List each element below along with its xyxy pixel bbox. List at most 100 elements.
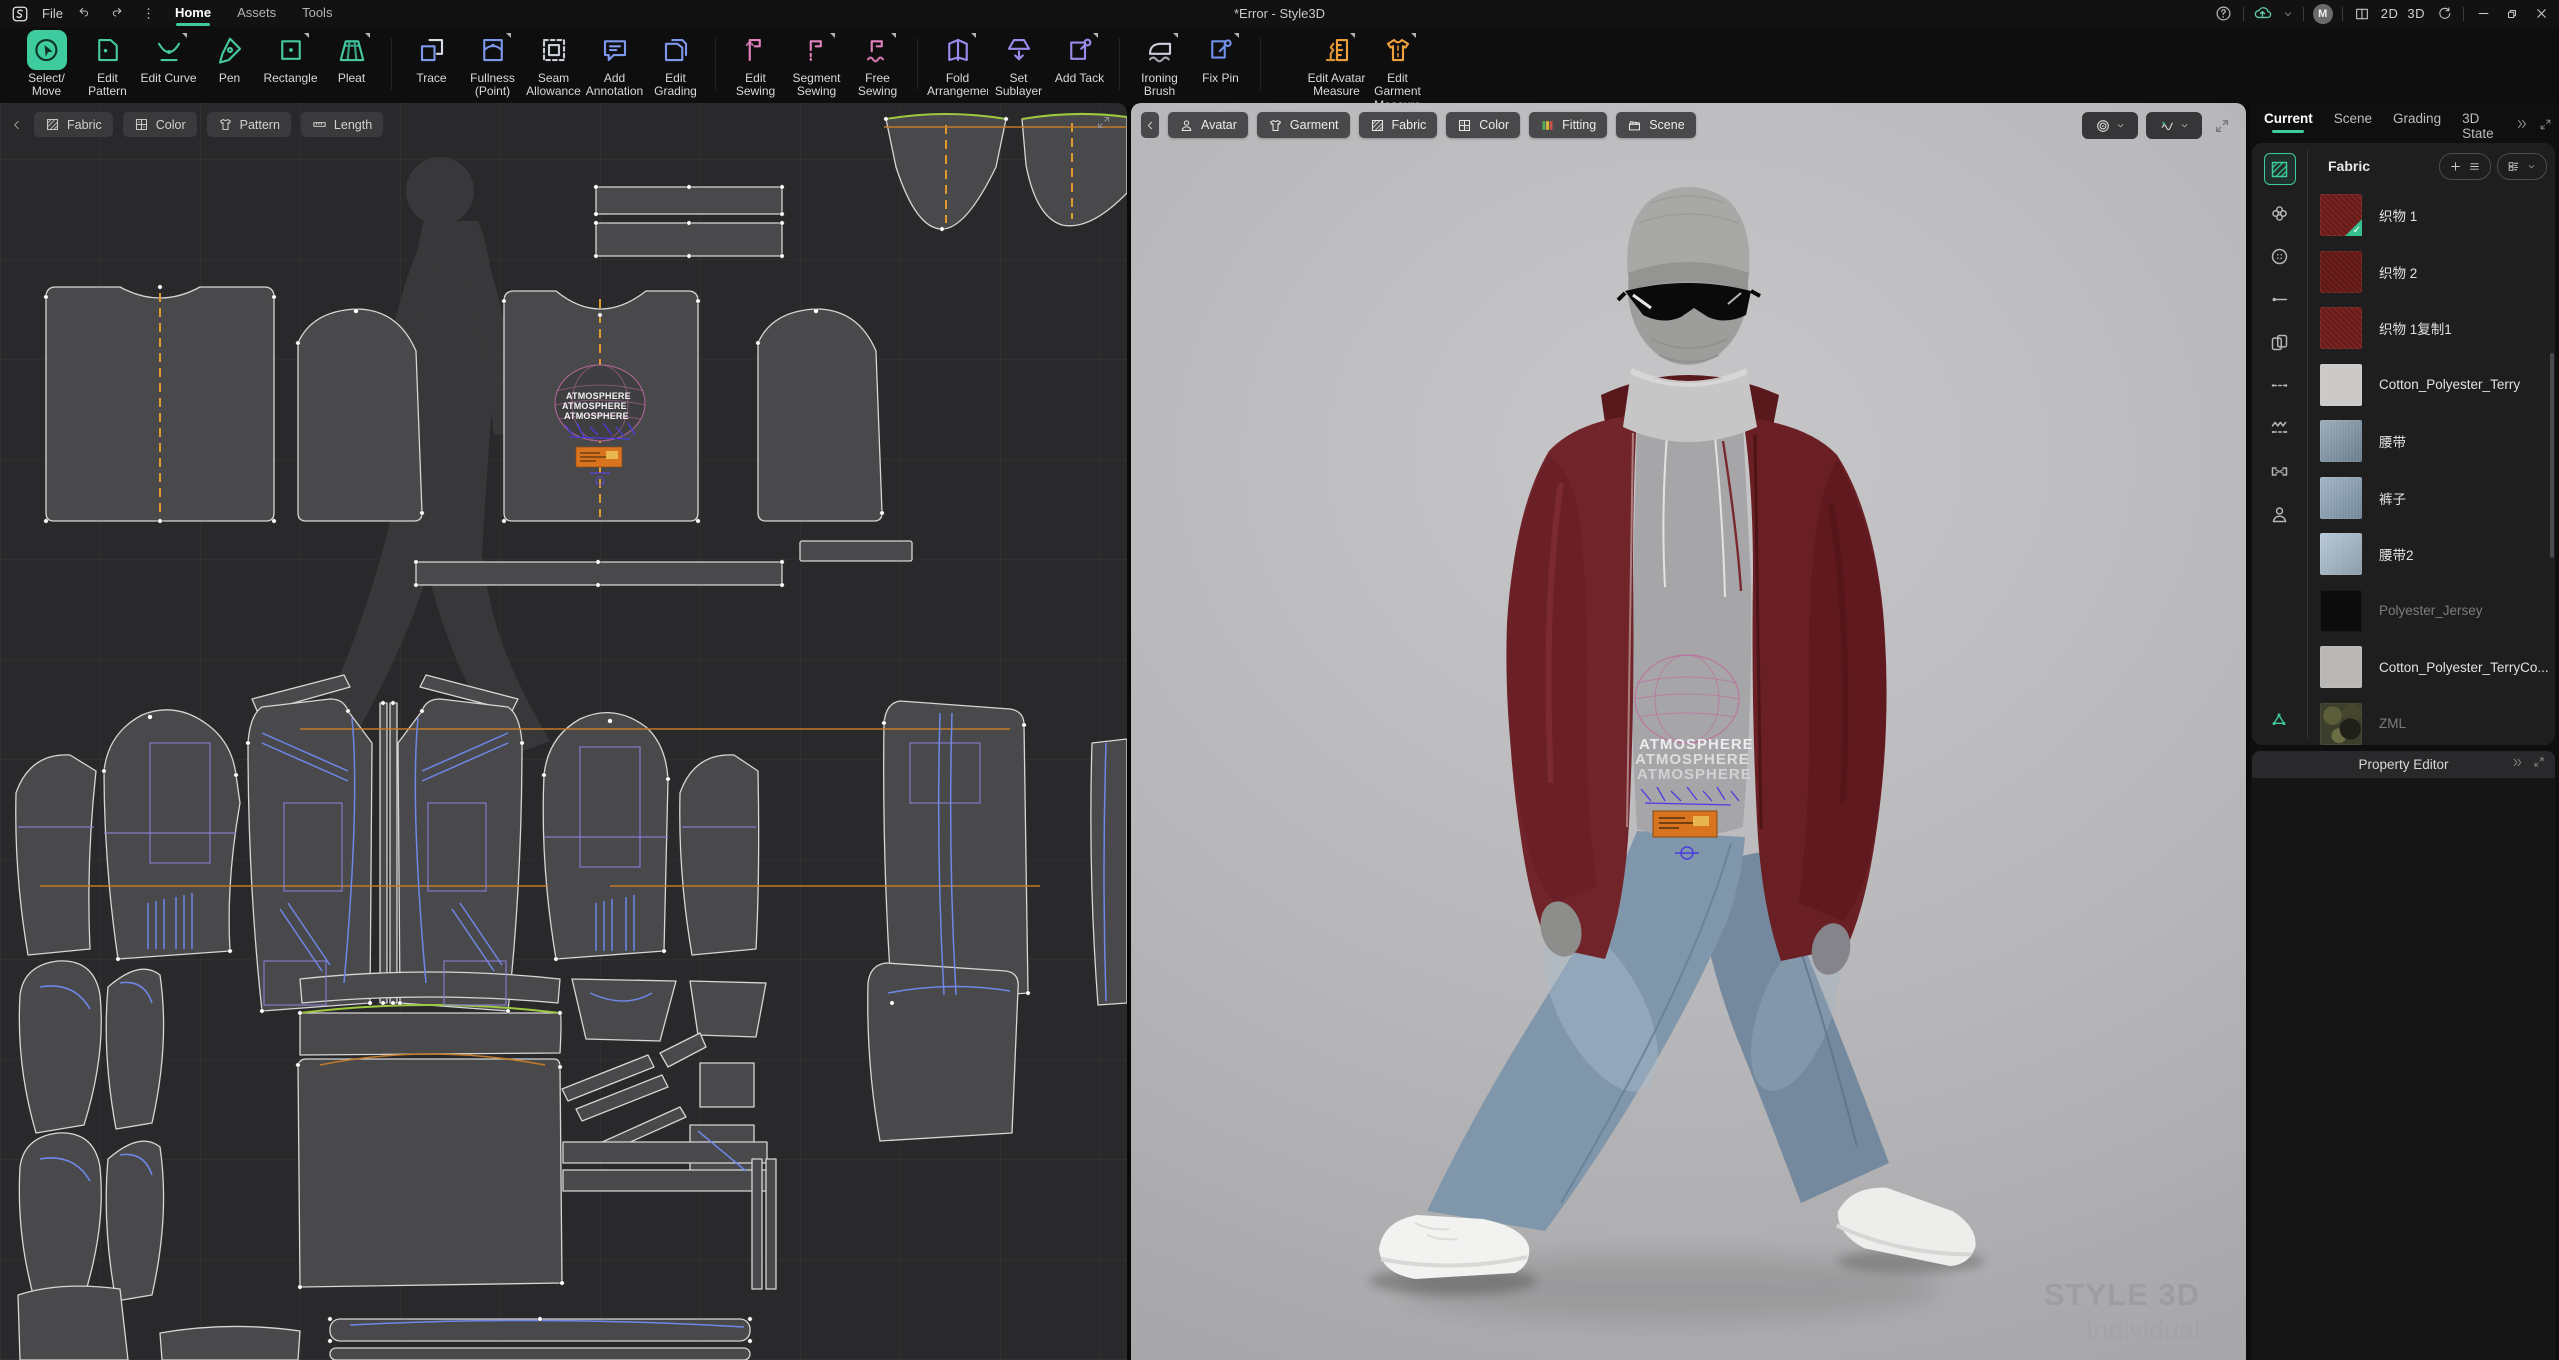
pattern-panel-2d[interactable]: ATMOSPHERE ATMOSPHERE ATMOSPHERE bbox=[0, 103, 1127, 1360]
avatar-person-icon bbox=[2269, 504, 2290, 525]
restore-icon[interactable] bbox=[2502, 4, 2522, 24]
file-menu[interactable]: File bbox=[42, 6, 63, 21]
more-options-icon[interactable] bbox=[139, 4, 159, 24]
minimize-icon[interactable] bbox=[2473, 4, 2493, 24]
tab-scene[interactable]: Scene bbox=[2334, 107, 2372, 141]
sidebar-tool-trim-flower[interactable] bbox=[2265, 198, 2295, 228]
sidebar-tool-physics[interactable] bbox=[2264, 705, 2294, 735]
camera-mode-button[interactable] bbox=[2082, 112, 2138, 139]
sidebar-tool-baste-stitch[interactable] bbox=[2265, 370, 2295, 400]
toolbar-select-move[interactable]: Select/ Move bbox=[16, 30, 77, 99]
sidebar-tool-pin-line[interactable] bbox=[2265, 284, 2295, 314]
tab-3d-state[interactable]: 3D State bbox=[2462, 107, 2494, 141]
fabric-item[interactable]: ✓织物 1 bbox=[2312, 187, 2551, 244]
toolbar-edit-garment-measure[interactable]: Edit Garment Measure bbox=[1367, 30, 1428, 112]
tool-3d-fitting[interactable]: Fitting bbox=[1529, 112, 1607, 138]
toolbar-edit-avatar-measure[interactable]: Edit Avatar Measure bbox=[1306, 30, 1367, 99]
fabric-item[interactable]: ZML bbox=[2312, 696, 2551, 746]
tool-2d-length[interactable]: Length bbox=[301, 112, 383, 137]
toolbar-edit-sewing[interactable]: Edit Sewing bbox=[725, 30, 786, 99]
fabric-item[interactable]: Cotton_Polyester_TerryCo... bbox=[2312, 639, 2551, 696]
toolbar-pen[interactable]: Pen bbox=[199, 30, 260, 85]
ribbon-toolbar: Select/ MoveEdit PatternEdit CurvePenRec… bbox=[0, 27, 2559, 106]
close-icon[interactable] bbox=[2531, 4, 2551, 24]
tool-2d-pattern[interactable]: Pattern bbox=[207, 112, 291, 137]
toolbar-fullness-point[interactable]: Fullness (Point) bbox=[462, 30, 523, 99]
collapse-left-icon[interactable] bbox=[1141, 112, 1159, 138]
fabric-item[interactable]: 织物 2 bbox=[2312, 244, 2551, 301]
collapse-right-icon[interactable] bbox=[2515, 117, 2529, 131]
svg-text:ATMOSPHERE: ATMOSPHERE bbox=[566, 391, 631, 401]
account-avatar[interactable]: M bbox=[2313, 4, 2333, 24]
sidebar-tool-button[interactable] bbox=[2265, 241, 2295, 271]
viewport-3d-canvas[interactable]: ATMOSPHERE ATMOSPHERE ATMOSPHERE bbox=[1131, 103, 2246, 1360]
toolbar-rectangle[interactable]: Rectangle bbox=[260, 30, 321, 85]
sidebar-tool-fabric-swatch[interactable] bbox=[2264, 153, 2296, 185]
tab-grading[interactable]: Grading bbox=[2393, 107, 2441, 141]
toolbar-free-sewing[interactable]: Free Sewing bbox=[847, 30, 908, 99]
cloud-upload-icon[interactable] bbox=[2253, 4, 2273, 24]
toolbar-trace[interactable]: Trace bbox=[401, 30, 462, 85]
collapse-right-icon[interactable] bbox=[2511, 756, 2524, 769]
tool-2d-color[interactable]: Color bbox=[123, 112, 197, 137]
fabric-swatch-thumbnail bbox=[2320, 590, 2362, 632]
toolbar-ironing-brush[interactable]: Ironing Brush bbox=[1129, 30, 1190, 99]
fabric-item[interactable]: 腰带2 bbox=[2312, 526, 2551, 583]
tool-3d-scene[interactable]: Scene bbox=[1616, 112, 1695, 138]
toolbar-pleat[interactable]: Pleat bbox=[321, 30, 382, 85]
tool-3d-color[interactable]: Color bbox=[1446, 112, 1520, 138]
help-icon[interactable] bbox=[2214, 4, 2234, 24]
tool-3d-avatar[interactable]: Avatar bbox=[1168, 112, 1248, 138]
fabric-item[interactable]: 裤子 bbox=[2312, 470, 2551, 527]
toolbar-edit-pattern[interactable]: Edit Pattern bbox=[77, 30, 138, 99]
expand-3d-icon[interactable] bbox=[2214, 118, 2230, 134]
flyout-indicator-icon bbox=[1234, 33, 1239, 38]
split-view-icon[interactable] bbox=[2352, 4, 2372, 24]
view-2d-button[interactable]: 2D bbox=[2381, 6, 2399, 21]
toolbar-add-tack[interactable]: Add Tack bbox=[1049, 30, 1110, 85]
tool-3d-fabric[interactable]: Fabric bbox=[1359, 112, 1438, 138]
tool-3d-garment[interactable]: Garment bbox=[1257, 112, 1350, 138]
toolbar-fix-pin[interactable]: Fix Pin bbox=[1190, 30, 1251, 85]
avatar-model[interactable]: ATMOSPHERE ATMOSPHERE ATMOSPHERE bbox=[1369, 187, 1985, 1322]
sidebar-tool-elastic[interactable] bbox=[2265, 456, 2295, 486]
trim-flower-icon bbox=[2269, 203, 2290, 224]
expand-panel-icon[interactable] bbox=[2533, 756, 2545, 769]
fabric-item[interactable]: Cotton_Polyester_Terry bbox=[2312, 357, 2551, 414]
sidebar-tool-patch[interactable] bbox=[2265, 327, 2295, 357]
fabric-view-mode[interactable] bbox=[2497, 153, 2547, 180]
fabric-add-actions[interactable] bbox=[2439, 153, 2491, 180]
pattern-pieces[interactable] bbox=[16, 114, 1127, 1360]
tool-2d-fabric[interactable]: Fabric bbox=[34, 112, 113, 137]
fabric-item[interactable]: 织物 1复制1 bbox=[2312, 300, 2551, 357]
expand-2d-icon[interactable] bbox=[1096, 115, 1111, 130]
toolbar-set-sublayer[interactable]: Set Sublayer bbox=[988, 30, 1049, 99]
sidebar-tool-avatar-person[interactable] bbox=[2265, 499, 2295, 529]
property-editor-body bbox=[2252, 778, 2555, 1360]
animation-mode-button[interactable] bbox=[2146, 112, 2202, 139]
viewport-3d[interactable]: ATMOSPHERE ATMOSPHERE ATMOSPHERE Avatar G… bbox=[1131, 103, 2246, 1360]
undo-icon[interactable] bbox=[75, 4, 95, 24]
pattern-canvas-2d[interactable]: ATMOSPHERE ATMOSPHERE ATMOSPHERE bbox=[0, 103, 1127, 1360]
property-editor-header[interactable]: Property Editor bbox=[2252, 751, 2555, 778]
tab-current[interactable]: Current bbox=[2264, 107, 2313, 141]
fabric-item[interactable]: 腰带 bbox=[2312, 413, 2551, 470]
collapse-left-icon[interactable] bbox=[10, 118, 24, 132]
menu-tools[interactable]: Tools bbox=[302, 0, 332, 27]
scrollbar[interactable] bbox=[2550, 353, 2554, 558]
toolbar-add-annotation[interactable]: Add Annotation bbox=[584, 30, 645, 99]
toolbar-segment-sewing[interactable]: Segment Sewing bbox=[786, 30, 847, 99]
toolbar-edit-grading[interactable]: Edit Grading bbox=[645, 30, 706, 99]
toolbar-fold-arrangement[interactable]: Fold Arrangemen bbox=[927, 30, 988, 99]
menu-home[interactable]: Home bbox=[175, 0, 211, 27]
reset-view-icon[interactable] bbox=[2434, 4, 2454, 24]
toolbar-seam-allowance[interactable]: Seam Allowance bbox=[523, 30, 584, 99]
sidebar-tool-zigzag-stitch[interactable] bbox=[2265, 413, 2295, 443]
fabric-item[interactable]: Polyester_Jersey bbox=[2312, 583, 2551, 640]
toolbar-edit-curve[interactable]: Edit Curve bbox=[138, 30, 199, 85]
expand-panel-icon[interactable] bbox=[2539, 118, 2552, 131]
menu-assets[interactable]: Assets bbox=[237, 0, 276, 27]
redo-icon[interactable] bbox=[107, 4, 127, 24]
chevron-down-icon[interactable] bbox=[2282, 4, 2294, 24]
view-3d-button[interactable]: 3D bbox=[2407, 6, 2425, 21]
